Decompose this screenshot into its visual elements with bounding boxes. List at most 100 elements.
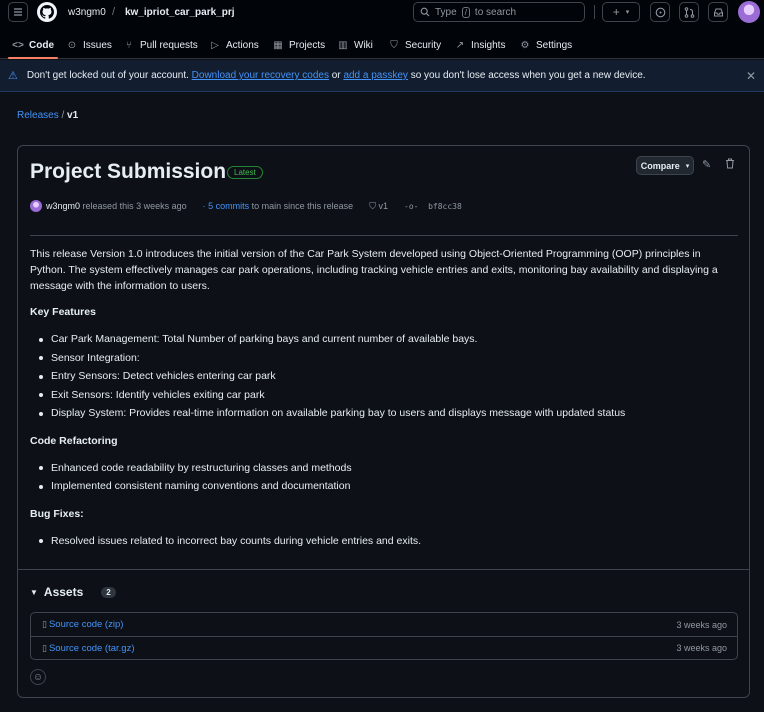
- plus-icon: +: [612, 5, 620, 19]
- code-icon: <>: [12, 39, 24, 51]
- tab-settings-label: Settings: [536, 39, 573, 51]
- graph-icon: ↗: [455, 39, 465, 51]
- author-link[interactable]: w3ngm0: [46, 201, 80, 211]
- sha-value: bf8cc38: [428, 201, 462, 211]
- assets-list: ▯ Source code (zip) 3 weeks ago ▯ Source…: [30, 612, 738, 660]
- compare-button[interactable]: Compare ▾: [636, 156, 694, 175]
- assets-count-badge: 2: [101, 586, 116, 598]
- tab-settings[interactable]: ⚙ Settings: [519, 32, 573, 58]
- path-separator: /: [112, 6, 116, 18]
- tag-name: v1: [378, 200, 388, 211]
- issue-icon: ⊙: [67, 39, 77, 51]
- list-item: Exit Sensors: Identify vehicles exiting …: [30, 386, 730, 405]
- commits-link[interactable]: · 5 commits: [203, 201, 250, 211]
- triangle-down-icon: ▾: [685, 162, 690, 170]
- tab-security[interactable]: ⛉ Security: [388, 32, 441, 58]
- section-heading: Bug Fixes:: [30, 507, 84, 520]
- author-avatar[interactable]: [30, 200, 42, 212]
- repo-owner-link[interactable]: w3ngm0: [68, 7, 106, 18]
- search-input[interactable]: Type / to search: [413, 2, 585, 22]
- issues-button[interactable]: [650, 2, 670, 22]
- section-heading: Code Refactoring: [30, 434, 118, 447]
- commits-suffix: to main since this release: [251, 201, 354, 211]
- search-shortcut-key: /: [461, 6, 470, 18]
- tab-projects[interactable]: ▦ Projects: [272, 32, 325, 58]
- latest-badge: Latest: [227, 166, 263, 179]
- asset-date: 3 weeks ago: [676, 643, 727, 653]
- pull-requests-button[interactable]: [679, 2, 699, 22]
- search-placeholder-end: to search: [474, 6, 517, 18]
- release-card: Project Submission Latest Compare ▾ ✎ w3…: [17, 145, 750, 698]
- pencil-icon[interactable]: ✎: [702, 158, 711, 171]
- commit-sha-link[interactable]: -o- bf8cc38: [404, 202, 462, 211]
- section-heading: Key Features: [30, 306, 96, 318]
- global-nav: w3ngm0 / kw_ipriot_car_park_prj Type / t…: [0, 0, 764, 26]
- assets-toggle[interactable]: ▼ Assets 2: [30, 585, 116, 599]
- asset-date: 3 weeks ago: [676, 619, 727, 630]
- trash-icon[interactable]: [725, 158, 735, 172]
- banner-text-end: so you don't lose access when you get a …: [410, 70, 646, 81]
- breadcrumb: Releases / v1: [17, 110, 78, 121]
- gear-icon: ⚙: [520, 39, 530, 51]
- recovery-codes-link[interactable]: Download your recovery codes: [192, 70, 329, 81]
- list-item: Resolved issues related to incorrect bay…: [30, 532, 730, 551]
- tab-pull-requests-label: Pull requests: [140, 39, 198, 51]
- alert-icon: ⚠: [8, 70, 18, 82]
- repo-tabs: <> Code ⊙ Issues ⑂ Pull requests ▷ Actio…: [0, 32, 764, 59]
- close-icon[interactable]: ✕: [746, 69, 756, 83]
- asset-row: ▯ Source code (tar.gz) 3 weeks ago: [31, 636, 737, 659]
- asset-link[interactable]: Source code (tar.gz): [49, 643, 135, 654]
- release-meta: w3ngm0 released this 3 weeks ago · 5 com…: [30, 200, 462, 212]
- breadcrumb-separator: /: [61, 110, 65, 121]
- inbox-button[interactable]: [708, 2, 728, 22]
- list-item: Display System: Provides real-time infor…: [30, 404, 730, 423]
- play-icon: ▷: [211, 39, 219, 51]
- banner-text-start: Don't get locked out of your account.: [26, 70, 189, 81]
- create-new-button[interactable]: + ▾: [602, 2, 640, 22]
- release-intro: This release Version 1.0 introduces the …: [30, 248, 718, 292]
- release-notes: This release Version 1.0 introduces the …: [30, 246, 730, 560]
- list-item: Enhanced code readability by restructuri…: [30, 459, 730, 478]
- security-banner: ⚠ Don't get locked out of your account. …: [0, 60, 764, 92]
- file-zip-icon: ▯: [42, 619, 47, 629]
- banner-or: or: [331, 70, 341, 81]
- pull-request-icon: ⑂: [126, 39, 132, 51]
- add-passkey-link[interactable]: add a passkey: [343, 70, 408, 81]
- tab-actions[interactable]: ▷ Actions: [209, 32, 259, 58]
- user-avatar[interactable]: [738, 1, 760, 23]
- tab-pull-requests[interactable]: ⑂ Pull requests: [123, 32, 198, 58]
- compare-label: Compare: [640, 160, 680, 171]
- hamburger-menu-button[interactable]: [8, 2, 28, 22]
- tab-projects-label: Projects: [289, 39, 326, 51]
- list-item: Entry Sensors: Detect vehicles entering …: [30, 367, 730, 386]
- tab-actions-label: Actions: [226, 39, 259, 51]
- git-commit-icon: -o-: [404, 201, 419, 211]
- search-icon: [420, 7, 430, 17]
- tab-insights[interactable]: ↗ Insights: [454, 32, 506, 58]
- menu-icon: [14, 8, 22, 16]
- smiley-icon: ☺: [32, 671, 44, 683]
- header-divider: [594, 5, 595, 19]
- triangle-down-icon: ▾: [625, 9, 630, 16]
- asset-row: ▯ Source code (zip) 3 weeks ago: [31, 613, 737, 636]
- asset-link[interactable]: Source code (zip): [49, 619, 123, 630]
- header-divider-line: [30, 235, 738, 236]
- commits-count: 5 commits: [208, 201, 250, 211]
- repo-name-link[interactable]: kw_ipriot_car_park_prj: [125, 7, 235, 18]
- tab-insights-label: Insights: [471, 39, 506, 51]
- github-logo[interactable]: [37, 2, 57, 22]
- tag-link[interactable]: ⛉ v1: [369, 201, 388, 212]
- add-reaction-button[interactable]: ☺: [30, 669, 46, 685]
- octocat-icon: [40, 5, 54, 19]
- breadcrumb-current: v1: [67, 110, 79, 121]
- assets-heading: Assets: [43, 585, 84, 599]
- released-text: released this 3 weeks ago: [82, 201, 187, 211]
- key-features-list: Car Park Management: Total Number of par…: [30, 330, 730, 423]
- list-item: Sensor Integration:: [30, 349, 730, 368]
- book-icon: ▥: [338, 39, 348, 51]
- tab-issues[interactable]: ⊙ Issues: [66, 32, 112, 58]
- tab-wiki[interactable]: ▥ Wiki: [337, 32, 373, 58]
- top-header: w3ngm0 / kw_ipriot_car_park_prj Type / t…: [0, 0, 764, 59]
- tab-code[interactable]: <> Code: [8, 32, 58, 59]
- releases-link[interactable]: Releases: [17, 110, 59, 121]
